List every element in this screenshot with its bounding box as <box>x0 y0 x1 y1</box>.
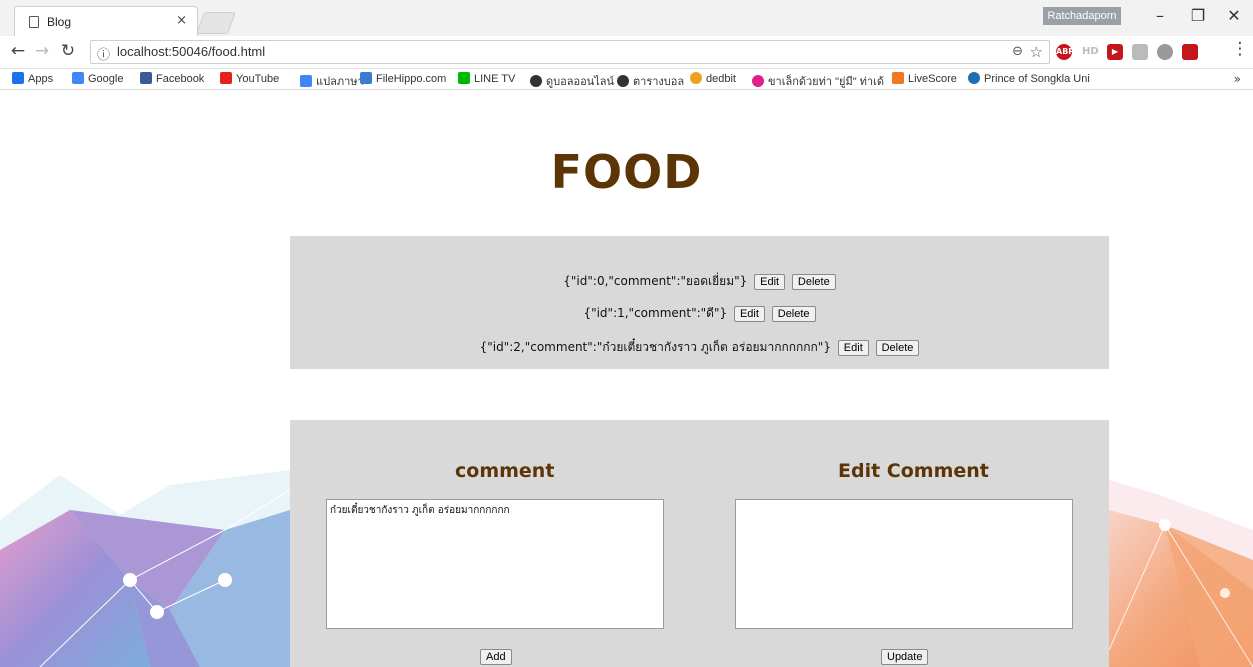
profile-badge[interactable]: Ratchadaporn <box>1043 7 1121 25</box>
adblock-icon[interactable]: ABP <box>1056 44 1074 60</box>
bookmark-facebook[interactable]: Facebook <box>140 72 204 85</box>
edit-comment-textarea[interactable] <box>735 499 1073 629</box>
bookmark-football-live[interactable]: ดูบอลออนไลน์ <box>530 72 614 90</box>
linetv-icon <box>458 72 470 84</box>
address-bar[interactable]: ⓘ localhost:50046/food.html ⊖ ☆ <box>90 40 1050 64</box>
facebook-icon <box>140 72 152 84</box>
tab-title: Blog <box>47 15 72 29</box>
bookmark-linetv[interactable]: LINE TV <box>458 72 515 85</box>
new-tab-button[interactable] <box>195 12 237 34</box>
bookmark-translate[interactable]: แปลภาษา <box>300 72 364 90</box>
apps-grid-icon <box>12 72 24 84</box>
reload-icon[interactable]: ↻ <box>58 41 78 61</box>
toolbar: ← → ↻ ⓘ localhost:50046/food.html ⊖ ☆ AB… <box>0 36 1253 69</box>
filehippo-icon <box>360 72 372 84</box>
dedbit-icon <box>690 72 702 84</box>
bookmark-exercise[interactable]: ขาเล็กด้วยท่า "ยู่มี" ท่าเด้ <box>752 72 884 90</box>
extension-icon[interactable] <box>1157 44 1173 60</box>
bookmark-football-table[interactable]: ตารางบอล <box>617 72 684 90</box>
edit-comment-section-title: Edit Comment <box>838 460 989 482</box>
psu-icon <box>968 72 980 84</box>
extension-icon[interactable] <box>1132 44 1148 60</box>
hd-icon[interactable]: HD <box>1082 44 1099 60</box>
delete-button[interactable]: Delete <box>875 339 920 356</box>
football-icon <box>530 75 542 87</box>
comment-json: {"id":2,"comment":"ก๋วยเตี๋ยวชากังราว ภู… <box>479 340 831 354</box>
livescore-icon <box>892 72 904 84</box>
tab-strip: Blog × Ratchadaporn – ❐ ✕ <box>0 0 1253 37</box>
comment-json: {"id":1,"comment":"ดี"} <box>583 306 728 320</box>
zoom-icon[interactable]: ⊖ <box>1012 44 1023 59</box>
url-text[interactable]: localhost:50046/food.html <box>117 44 265 59</box>
delete-button[interactable]: Delete <box>771 305 816 322</box>
comment-json: {"id":0,"comment":"ยอดเยี่ยม"} <box>563 274 748 288</box>
bookmarks-bar: Apps Google Facebook YouTube แปลภาษา Fil… <box>0 69 1253 90</box>
list-item: {"id":2,"comment":"ก๋วยเตี๋ยวชากังราว ภู… <box>290 338 1109 357</box>
google-icon <box>72 72 84 84</box>
bookmark-dedbit[interactable]: dedbit <box>690 72 736 85</box>
bookmark-google[interactable]: Google <box>72 72 123 85</box>
football-icon <box>617 75 629 87</box>
comment-form-panel: comment ก๋วยเตี๋ยวชากังราว ภูเก็ต อร่อยม… <box>290 420 1109 667</box>
bookmark-star-icon[interactable]: ☆ <box>1030 43 1043 61</box>
bookmark-apps[interactable]: Apps <box>12 72 53 85</box>
menu-icon[interactable]: ⋮ <box>1230 39 1250 59</box>
document-icon <box>29 16 39 28</box>
delete-button[interactable]: Delete <box>791 273 836 290</box>
bookmark-psu[interactable]: Prince of Songkla Uni <box>968 72 1090 85</box>
comment-section-title: comment <box>455 460 555 482</box>
close-window-icon[interactable]: ✕ <box>1224 6 1244 25</box>
restore-icon[interactable]: ❐ <box>1188 6 1208 25</box>
comment-textarea[interactable]: ก๋วยเตี๋ยวชากังราว ภูเก็ต อร่อยมากกกกกก <box>326 499 664 629</box>
more-bookmarks-icon[interactable]: » <box>1234 72 1241 86</box>
browser-tab[interactable]: Blog × <box>14 6 198 37</box>
extension-icon[interactable]: ▶ <box>1107 44 1123 60</box>
add-button[interactable]: Add <box>480 649 512 665</box>
page-title: FOOD <box>550 145 703 199</box>
flower-icon <box>752 75 764 87</box>
close-tab-icon[interactable]: × <box>176 13 187 28</box>
update-button[interactable]: Update <box>881 649 929 665</box>
page-content: FOOD {"id":0,"comment":"ยอดเยี่ยม"} Edit… <box>0 90 1253 667</box>
list-item: {"id":0,"comment":"ยอดเยี่ยม"} Edit Dele… <box>290 272 1109 291</box>
pdf-icon[interactable] <box>1182 44 1198 60</box>
edit-button[interactable]: Edit <box>754 273 786 290</box>
minimize-icon[interactable]: – <box>1150 6 1170 25</box>
translate-icon <box>300 75 312 87</box>
edit-button[interactable]: Edit <box>733 305 765 322</box>
info-icon[interactable]: ⓘ <box>97 44 110 63</box>
youtube-icon <box>220 72 232 84</box>
forward-icon[interactable]: → <box>32 41 52 61</box>
edit-button[interactable]: Edit <box>837 339 869 356</box>
bookmark-youtube[interactable]: YouTube <box>220 72 279 85</box>
list-item: {"id":1,"comment":"ดี"} Edit Delete <box>290 304 1109 323</box>
comment-list: {"id":0,"comment":"ยอดเยี่ยม"} Edit Dele… <box>290 236 1109 369</box>
back-icon[interactable]: ← <box>8 41 28 61</box>
bookmark-livescore[interactable]: LiveScore <box>892 72 957 85</box>
bookmark-filehippo[interactable]: FileHippo.com <box>360 72 446 85</box>
